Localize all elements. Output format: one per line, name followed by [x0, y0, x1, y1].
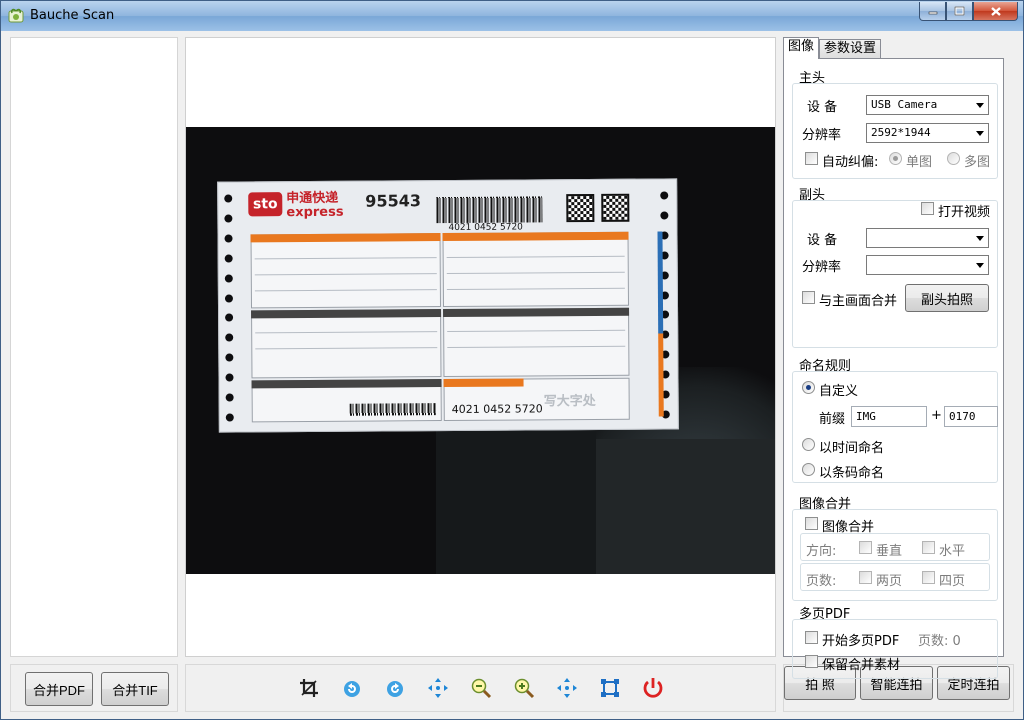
zoom-in-icon [514, 678, 534, 699]
plus-label: + [931, 408, 942, 423]
chevron-down-icon [976, 103, 984, 108]
tab-image[interactable]: 图像 [783, 37, 820, 59]
close-icon [990, 6, 1001, 16]
image-merge-checkbox[interactable] [805, 517, 818, 530]
close-button[interactable] [973, 2, 1018, 21]
multi-image-label: 多图 [964, 155, 991, 170]
tab-params[interactable]: 参数设置 [819, 39, 882, 59]
crop-tool-button[interactable] [294, 673, 324, 703]
four-pages-checkbox[interactable] [922, 571, 935, 584]
title-bar[interactable]: Bauche Scan [1, 1, 1023, 31]
barcode-name-radio[interactable] [802, 463, 815, 476]
fullscreen-button[interactable] [595, 673, 625, 703]
app-icon [8, 8, 24, 23]
fit-icon [427, 678, 448, 698]
rotate-left-button[interactable] [337, 673, 367, 703]
receipt-barcode [436, 196, 543, 224]
zoom-out-icon [471, 678, 491, 699]
start-multipage-label: 开始多页PDF [822, 634, 900, 649]
chevron-down-icon [976, 131, 984, 136]
minimize-icon [928, 11, 937, 15]
single-image-label: 单图 [906, 155, 933, 170]
rotate-right-button[interactable] [380, 673, 410, 703]
receipt-tracking: 4021 0452 5720 [451, 402, 543, 416]
bottom-left-bar: 合并PDF 合并TIF [10, 664, 178, 712]
time-name-radio[interactable] [802, 438, 815, 451]
receipt-number: 95543 [365, 191, 422, 211]
settings-tabs: 图像 参数设置 [783, 37, 882, 59]
multi-image-radio[interactable] [947, 152, 960, 165]
sub-resolution-label: 分辨率 [802, 260, 842, 275]
window-controls [919, 2, 1018, 22]
chevron-down-icon [976, 263, 984, 268]
maximize-icon [954, 6, 965, 16]
power-button[interactable] [638, 673, 668, 703]
prefix-input[interactable]: IMG [851, 406, 927, 427]
zoom-out-button[interactable] [466, 673, 496, 703]
four-pages-label: 四页 [939, 574, 966, 589]
start-multipage-checkbox[interactable] [805, 631, 818, 644]
horizontal-checkbox[interactable] [922, 541, 935, 554]
merge-main-checkbox[interactable] [802, 291, 815, 304]
time-name-label: 以时间命名 [819, 441, 885, 456]
barcode-name-label: 以条码命名 [819, 466, 885, 481]
merge-pdf-button[interactable]: 合并PDF [25, 672, 93, 706]
sub-device-select[interactable] [866, 228, 989, 248]
express-receipt: sto 申通快递 express 95543 4021 0452 5720 40… [217, 178, 679, 433]
app-window: Bauche Scan sto 申通快递 express 95543 4021 … [0, 0, 1024, 720]
two-pages-label: 两页 [876, 574, 903, 589]
main-resolution-select[interactable]: 2592*1944 [866, 123, 989, 143]
vertical-label: 垂直 [876, 544, 903, 559]
horizontal-label: 水平 [939, 544, 966, 559]
keep-materials-checkbox[interactable] [805, 655, 818, 668]
thumbnail-panel[interactable] [10, 37, 178, 657]
prefix-label: 前缀 [819, 412, 846, 427]
auto-deskew-label: 自动纠偏: [822, 155, 879, 170]
vertical-checkbox[interactable] [859, 541, 872, 554]
pages-label: 页数: [806, 574, 837, 589]
main-device-label: 设 备 [807, 100, 838, 115]
chevron-down-icon [976, 236, 984, 241]
view-toolbar [185, 664, 776, 712]
custom-name-radio[interactable] [802, 381, 815, 394]
image-tab-body: 主头 设 备 USB Camera 分辨率 2592*1944 自动纠偏: 单图… [783, 58, 1004, 679]
merge-main-label: 与主画面合并 [819, 294, 898, 309]
move-button[interactable] [552, 673, 582, 703]
sub-resolution-select[interactable] [866, 255, 989, 275]
rotate-right-icon [386, 681, 403, 697]
multipage-count: 页数: 0 [918, 634, 961, 649]
keep-materials-label: 保留合并素材 [822, 658, 901, 673]
crop-icon [299, 679, 318, 697]
main-device-select[interactable]: USB Camera [866, 95, 989, 115]
open-video-label: 打开视频 [938, 205, 991, 220]
maximize-button[interactable] [946, 2, 973, 21]
direction-label: 方向: [806, 544, 837, 559]
camera-preview[interactable]: sto 申通快递 express 95543 4021 0452 5720 40… [185, 37, 776, 657]
custom-name-label: 自定义 [819, 384, 859, 399]
main-resolution-label: 分辨率 [802, 128, 842, 143]
receipt-brand: 申通快递 express [286, 190, 344, 221]
counter-input[interactable]: 0170 [944, 406, 998, 427]
move-icon [556, 678, 577, 698]
two-pages-checkbox[interactable] [859, 571, 872, 584]
window-title: Bauche Scan [30, 8, 115, 23]
sub-device-label: 设 备 [807, 233, 838, 248]
rotate-left-icon [343, 681, 360, 697]
merge-tif-button[interactable]: 合并TIF [101, 672, 169, 706]
camera-feed: sto 申通快递 express 95543 4021 0452 5720 40… [186, 127, 775, 574]
power-icon [643, 678, 662, 698]
open-video-checkbox[interactable] [921, 202, 934, 215]
client-area: sto 申通快递 express 95543 4021 0452 5720 40… [8, 31, 1017, 715]
single-image-radio[interactable] [889, 152, 902, 165]
sub-capture-button[interactable]: 副头拍照 [905, 284, 989, 312]
zoom-in-button[interactable] [509, 673, 539, 703]
settings-panel: 图像 参数设置 主头 设 备 USB Camera 分辨率 2592*1944 … [783, 37, 1004, 679]
auto-deskew-checkbox[interactable] [805, 152, 818, 165]
fullscreen-icon [600, 679, 619, 697]
fit-view-button[interactable] [423, 673, 453, 703]
minimize-button[interactable] [919, 2, 946, 21]
receipt-logo: sto [248, 192, 283, 217]
